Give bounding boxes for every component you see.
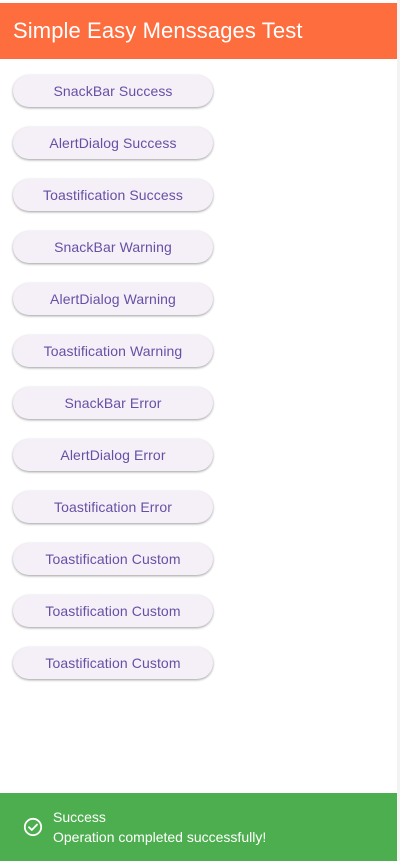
app-bar: Simple Easy Menssages Test xyxy=(0,3,397,59)
check-circle-icon xyxy=(23,817,43,837)
page-title: Simple Easy Menssages Test xyxy=(13,18,303,43)
snackbar-error-button[interactable]: SnackBar Error xyxy=(13,387,213,419)
toastification-warning-button[interactable]: Toastification Warning xyxy=(13,335,213,367)
bottom-strip xyxy=(0,861,400,868)
toastification-custom-button-2[interactable]: Toastification Custom xyxy=(13,595,213,627)
snackbar-success-button[interactable]: SnackBar Success xyxy=(13,75,213,107)
snackbar-message: Operation completed successfully! xyxy=(53,829,267,845)
toastification-error-button[interactable]: Toastification Error xyxy=(13,491,213,523)
snackbar-title: Success xyxy=(53,809,106,825)
snackbar-warning-button[interactable]: SnackBar Warning xyxy=(13,231,213,263)
toastification-success-button[interactable]: Toastification Success xyxy=(13,179,213,211)
toastification-custom-button-3[interactable]: Toastification Custom xyxy=(13,647,213,679)
button-list: SnackBar Success AlertDialog Success Toa… xyxy=(13,75,213,699)
success-snackbar: Success Operation completed successfully… xyxy=(0,793,397,861)
snackbar-text: Success Operation completed successfully… xyxy=(53,807,266,847)
alertdialog-error-button[interactable]: AlertDialog Error xyxy=(13,439,213,471)
alertdialog-warning-button[interactable]: AlertDialog Warning xyxy=(13,283,213,315)
toastification-custom-button-1[interactable]: Toastification Custom xyxy=(13,543,213,575)
alertdialog-success-button[interactable]: AlertDialog Success xyxy=(13,127,213,159)
